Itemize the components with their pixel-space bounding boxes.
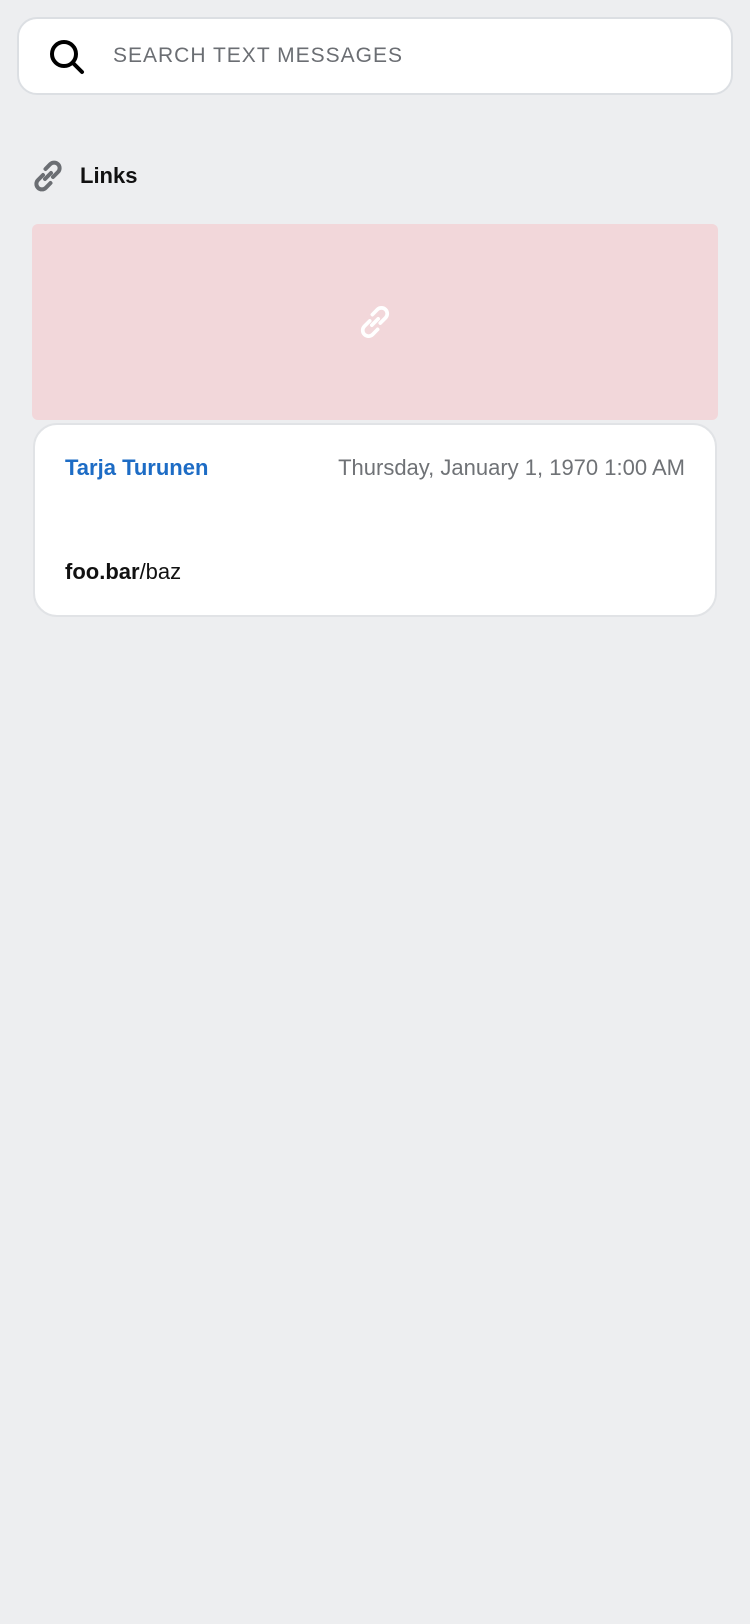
page: Links Tarja Turunen Thursday, January 1,… [0, 0, 750, 1624]
link-domain: foo.bar [65, 559, 140, 584]
section-header: Links [30, 156, 137, 196]
search-bar[interactable] [17, 17, 733, 95]
search-icon [47, 37, 87, 77]
search-input[interactable] [113, 29, 713, 83]
sender-name[interactable]: Tarja Turunen [65, 455, 208, 481]
link-path: /baz [139, 559, 182, 584]
link-icon [356, 303, 394, 341]
message-timestamp: Thursday, January 1, 1970 1:00 AM [338, 455, 685, 480]
message-card[interactable]: Tarja Turunen Thursday, January 1, 1970 … [33, 423, 717, 617]
link-preview[interactable] [32, 224, 718, 420]
section-title: Links [80, 163, 138, 188]
link-icon [30, 158, 66, 194]
message-link[interactable]: foo.bar/baz [65, 559, 181, 585]
